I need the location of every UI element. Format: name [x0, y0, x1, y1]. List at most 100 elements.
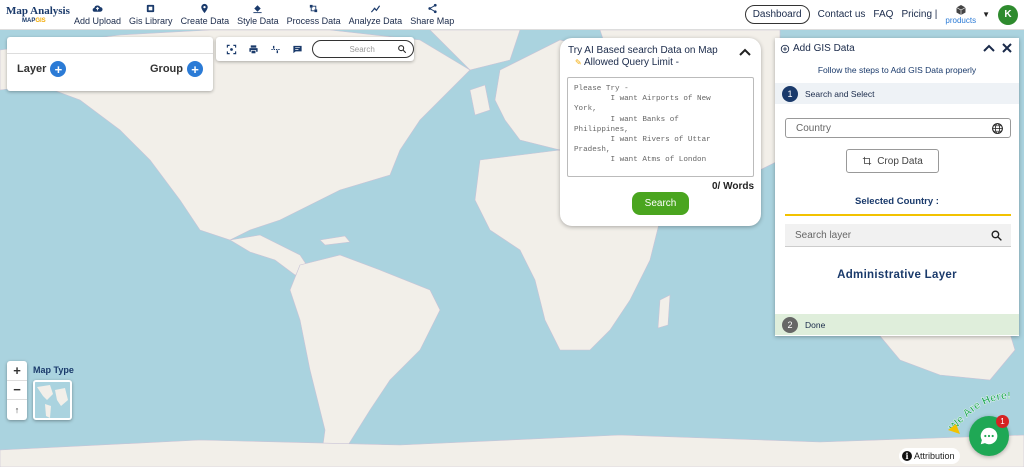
products-menu[interactable]: products — [945, 4, 976, 25]
comment-icon — [293, 45, 302, 53]
avatar[interactable]: K — [998, 4, 1018, 25]
cloud-upload-icon — [92, 5, 103, 12]
nav-label: Process Data — [286, 16, 341, 26]
layers-icon — [147, 4, 155, 13]
chevron-up-icon[interactable] — [739, 48, 751, 56]
crop-label: Crop Data — [877, 155, 923, 167]
country-select[interactable]: Country — [785, 118, 1011, 138]
info-icon: i — [902, 451, 912, 461]
logo-sub-accent: GIS — [35, 17, 46, 24]
nav-label: Analyze Data — [348, 16, 403, 26]
screenshot-icon — [227, 44, 237, 54]
print-button[interactable] — [243, 39, 265, 59]
ai-title-line2-wrap: ✎ Allowed Query Limit - — [568, 57, 738, 69]
cube-icon — [956, 5, 966, 15]
nav-label: Add Upload — [74, 16, 122, 26]
crop-data-button[interactable]: Crop Data — [846, 149, 939, 173]
step-label: Search and Select — [805, 88, 875, 99]
ai-query-textarea[interactable]: Please Try - I want Airports of New York… — [567, 77, 754, 177]
zoom-out-button[interactable]: − — [7, 381, 27, 401]
attribution-label: Attribution — [914, 451, 955, 461]
group-control: Group + — [150, 61, 203, 77]
top-navbar: Map Analysis MAPGIS Add Upload Gis Libra… — [0, 0, 1024, 30]
caret-down-icon[interactable]: ▼ — [982, 10, 990, 19]
ai-word-count: 0/ Words — [711, 181, 754, 192]
logo-subtitle: MAPGIS — [22, 18, 70, 24]
add-gis-data-panel: Add GIS Data Follow the steps to Add GIS… — [775, 38, 1019, 336]
panel-divider — [7, 53, 213, 54]
nav-share-map[interactable]: Share Map — [406, 0, 458, 30]
gis-panel-controls — [977, 42, 1013, 54]
nav-add-upload[interactable]: Add Upload — [70, 0, 125, 30]
globe-icon — [992, 123, 1003, 134]
comment-button[interactable] — [287, 39, 309, 59]
search-icon — [991, 230, 1002, 241]
group-label: Group — [150, 63, 183, 75]
layer-search-input[interactable]: Search layer — [785, 224, 1011, 247]
selected-country-label: Selected Country : — [855, 196, 939, 207]
close-icon[interactable] — [1001, 42, 1013, 54]
analyze-icon — [370, 5, 381, 13]
share-icon — [428, 3, 437, 14]
process-icon — [309, 4, 318, 13]
nav-create-data[interactable]: Create Data — [177, 0, 234, 30]
chat-bubble-icon — [980, 427, 998, 445]
step-done[interactable]: 2 Done — [775, 314, 1019, 335]
reset-north-button[interactable]: ↑ — [7, 400, 27, 420]
country-placeholder: Country — [796, 122, 832, 134]
ai-panel-title: Try AI Based search Data on Map ✎ Allowe… — [568, 45, 738, 69]
ai-search-panel: Try AI Based search Data on Map ✎ Allowe… — [560, 38, 761, 226]
ai-search-button[interactable]: Search — [632, 192, 689, 215]
logo-sub-main: MAP — [22, 17, 36, 24]
search-icon — [398, 45, 407, 54]
paint-bucket-icon — [253, 5, 262, 14]
search-placeholder: Search — [349, 44, 375, 54]
pricing-link[interactable]: Pricing | — [901, 9, 937, 20]
step-label: Done — [805, 319, 826, 330]
nav-process-data[interactable]: Process Data — [283, 0, 345, 30]
contact-link[interactable]: Contact us — [818, 9, 866, 20]
layer-search-placeholder: Search layer — [795, 229, 852, 241]
map-type-thumbnail[interactable] — [33, 380, 72, 420]
app-logo[interactable]: Map Analysis MAPGIS — [6, 0, 70, 30]
products-label: products — [945, 16, 977, 25]
nav-label: Style Data — [237, 16, 279, 26]
zoom-in-button[interactable]: + — [7, 361, 27, 381]
dashboard-button[interactable]: Dashboard — [744, 5, 810, 24]
nav-analyze-data[interactable]: Analyze Data — [345, 0, 407, 30]
print-icon — [249, 44, 258, 54]
measure-icon — [271, 45, 280, 53]
chevron-up-icon[interactable] — [983, 42, 995, 54]
selected-country-divider — [785, 214, 1011, 216]
logo-title: Map Analysis — [6, 4, 70, 17]
pencil-icon: ✎ — [575, 58, 582, 67]
gis-panel-title: Add GIS Data — [793, 43, 855, 54]
chat-notification-badge: 1 — [996, 415, 1009, 428]
step-number: 2 — [782, 316, 798, 333]
measure-button[interactable] — [265, 39, 287, 59]
screenshot-button[interactable] — [221, 39, 243, 59]
add-group-button[interactable]: + — [187, 61, 203, 77]
faq-link[interactable]: FAQ — [873, 9, 893, 20]
layer-control: Layer + — [17, 61, 67, 77]
nav-label: Share Map — [410, 16, 455, 26]
step-search-select[interactable]: 1 Search and Select — [775, 83, 1019, 104]
gis-panel-header: Add GIS Data — [780, 43, 855, 54]
gis-panel-subtitle: Follow the steps to Add GIS Data properl… — [817, 65, 977, 75]
zoom-controls: + − ↑ — [7, 361, 27, 420]
nav-style-data[interactable]: Style Data — [233, 0, 283, 30]
nav-gis-library[interactable]: Gis Library — [125, 0, 177, 30]
layer-label: Layer — [17, 63, 47, 75]
map-pin-icon — [201, 3, 209, 14]
nav-right: Dashboard Contact us FAQ Pricing | produ… — [744, 0, 1024, 30]
crop-icon — [863, 156, 872, 166]
map-search-input[interactable]: Search — [312, 40, 415, 58]
map-type-label: Map Type — [33, 365, 74, 375]
layer-group-row: Layer + Group + — [7, 61, 213, 77]
map-thumbnail-image — [35, 382, 70, 418]
add-layer-button[interactable]: + — [50, 61, 67, 77]
ai-title-line2: Allowed Query Limit - — [583, 57, 679, 68]
map-toolbar: Search — [216, 37, 415, 61]
attribution-button[interactable]: i Attribution — [899, 448, 960, 464]
add-circle-icon — [780, 44, 790, 53]
